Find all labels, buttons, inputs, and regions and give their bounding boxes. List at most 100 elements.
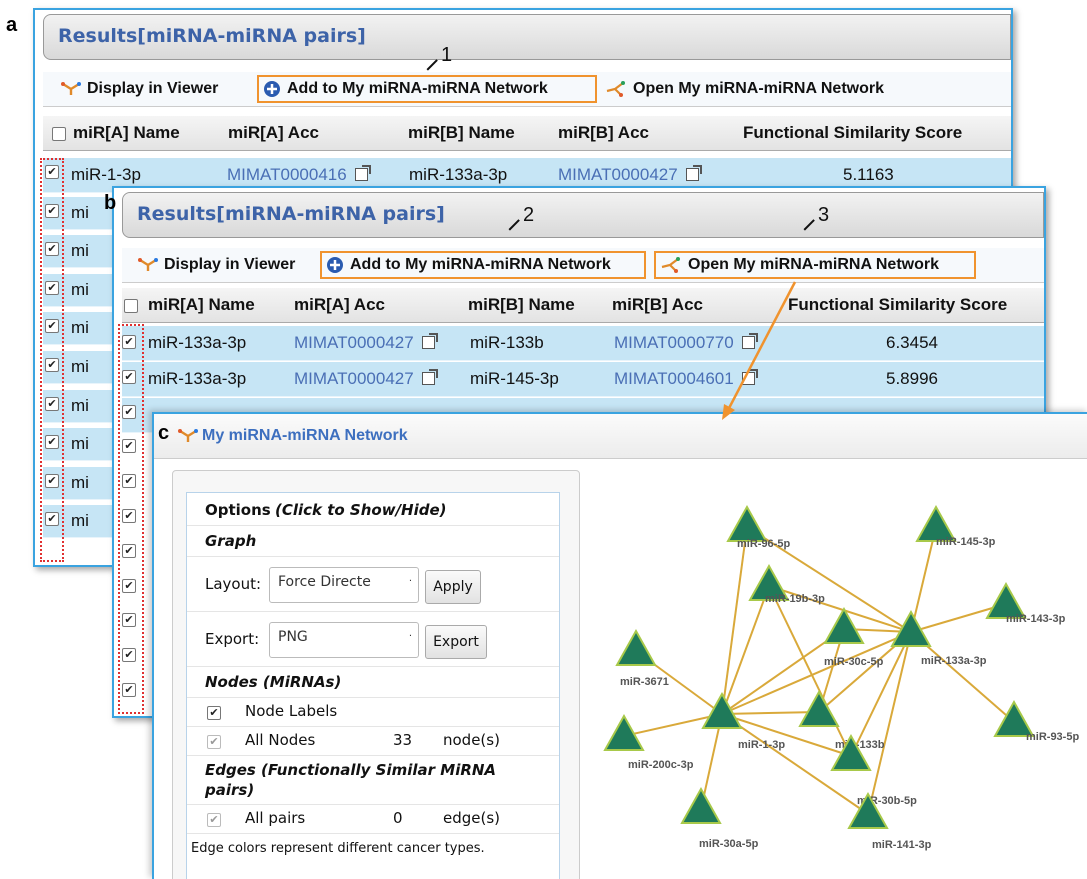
network-edge xyxy=(768,585,852,757)
row-checkbox[interactable] xyxy=(122,474,136,489)
network-edge xyxy=(850,631,912,757)
select-all-checkbox[interactable] xyxy=(124,299,138,313)
open-network-label: Open My miRNA-miRNA Network xyxy=(633,80,884,97)
open-network-button[interactable]: Open My miRNA-miRNA Network xyxy=(654,251,976,279)
viewer-icon xyxy=(138,258,158,271)
row-checkbox[interactable] xyxy=(122,369,136,384)
display-in-viewer-label: Display in Viewer xyxy=(87,80,219,97)
row-checkbox[interactable] xyxy=(45,319,59,334)
panel-letter-b: b xyxy=(104,192,117,214)
col-score[interactable]: Functional Similarity Score xyxy=(788,295,1007,315)
network-window: My miRNA-miRNA Network Options (Click to… xyxy=(152,412,1087,879)
results-toolbar: Display in Viewer Add to My miRNA-miRNA … xyxy=(122,248,1044,283)
row-checkbox[interactable] xyxy=(45,512,59,527)
cell-a-name: mi xyxy=(71,241,89,261)
open-network-button[interactable]: Open My miRNA-miRNA Network xyxy=(605,75,884,103)
add-to-network-button[interactable]: Add to My miRNA-miRNA Network xyxy=(257,75,597,103)
node-label: miR-3671 xyxy=(620,676,669,688)
col-a-name[interactable]: miR[A] Name xyxy=(73,123,180,143)
col-b-name[interactable]: miR[B] Name xyxy=(408,123,515,143)
cell-a-name: mi xyxy=(71,511,89,531)
external-link-icon[interactable] xyxy=(741,333,758,349)
node-label: miR-133a-3p xyxy=(921,655,987,667)
col-a-acc[interactable]: miR[A] Acc xyxy=(294,295,385,315)
panel-letter-c: c xyxy=(158,422,170,444)
network-node[interactable] xyxy=(726,504,768,542)
row-checkbox[interactable] xyxy=(45,165,59,179)
row-checkbox[interactable] xyxy=(45,473,59,488)
row-checkbox[interactable] xyxy=(45,280,59,295)
callout-2: 2 xyxy=(508,204,534,231)
col-b-acc[interactable]: miR[B] Acc xyxy=(558,123,649,143)
results-title-bar: Results[miRNA-miRNA pairs] xyxy=(43,14,1011,60)
network-node[interactable] xyxy=(798,689,840,727)
row-checkbox[interactable] xyxy=(45,396,59,411)
callout-1: 1 xyxy=(426,44,452,71)
cell-b-acc[interactable]: MIMAT0000427 xyxy=(558,165,702,185)
row-checkbox[interactable] xyxy=(45,242,59,257)
external-link-icon[interactable] xyxy=(421,369,438,385)
row-checkbox[interactable] xyxy=(45,358,59,372)
node-label: miR-96-5p xyxy=(737,538,790,550)
external-link-icon[interactable] xyxy=(685,165,702,181)
add-to-network-label: Add to My miRNA-miRNA Network xyxy=(287,80,548,97)
network-node[interactable] xyxy=(615,628,657,666)
results-title: Results[miRNA-miRNA pairs] xyxy=(137,203,445,225)
row-checkbox[interactable] xyxy=(122,509,136,523)
cell-a-name: miR-1-3p xyxy=(71,165,141,184)
add-to-network-label: Add to My miRNA-miRNA Network xyxy=(350,256,611,273)
cell-score: 6.3454 xyxy=(886,333,938,352)
row-checkbox[interactable] xyxy=(122,578,136,593)
node-label: miR-30c-5p xyxy=(824,656,884,668)
cell-b-acc[interactable]: MIMAT0004601 xyxy=(614,369,758,389)
cell-a-name: mi xyxy=(71,395,89,415)
external-link-icon[interactable] xyxy=(354,165,371,181)
col-a-acc[interactable]: miR[A] Acc xyxy=(228,123,319,143)
display-in-viewer-button[interactable]: Display in Viewer xyxy=(138,251,295,279)
row-checkbox[interactable] xyxy=(122,335,136,349)
cell-a-acc[interactable]: MIMAT0000427 xyxy=(294,333,438,353)
network-node[interactable] xyxy=(680,786,722,824)
table-row[interactable]: miR-133a-3p MIMAT0000427 miR-133b MIMAT0… xyxy=(122,326,1044,361)
callout-3: 3 xyxy=(803,204,829,231)
external-link-icon[interactable] xyxy=(421,333,438,349)
row-checkbox[interactable] xyxy=(122,648,136,663)
cell-b-name: miR-133a-3p xyxy=(409,165,508,184)
col-a-name[interactable]: miR[A] Name xyxy=(148,295,255,315)
network-graph[interactable]: miR-96-5p miR-145-3p miR-19b-3p miR-143-3p m… xyxy=(154,414,1087,879)
node-label: miR-200c-3p xyxy=(628,759,694,771)
row-checkbox[interactable] xyxy=(45,435,59,450)
row-checkbox[interactable] xyxy=(122,613,136,628)
results-title-bar: Results[miRNA-miRNA pairs] xyxy=(122,192,1044,238)
cell-a-acc[interactable]: MIMAT0000427 xyxy=(294,369,438,389)
cell-b-acc[interactable]: MIMAT0000770 xyxy=(614,333,758,353)
table-header: miR[A] Name miR[A] Acc miR[B] Name miR[B… xyxy=(122,288,1044,323)
external-link-icon[interactable] xyxy=(741,369,758,385)
cell-score: 5.1163 xyxy=(843,165,894,184)
node-label: miR-30a-5p xyxy=(699,838,759,850)
col-b-acc[interactable]: miR[B] Acc xyxy=(612,295,703,315)
add-circle-icon xyxy=(264,81,280,97)
row-checkbox[interactable] xyxy=(122,404,136,419)
table-header: miR[A] Name miR[A] Acc miR[B] Name miR[B… xyxy=(43,116,1011,151)
row-checkbox[interactable] xyxy=(122,543,136,558)
row-checkbox[interactable] xyxy=(122,683,136,697)
viewer-icon xyxy=(61,82,81,95)
add-to-network-button[interactable]: Add to My miRNA-miRNA Network xyxy=(320,251,646,279)
panel-letter-a: a xyxy=(6,14,18,36)
col-b-name[interactable]: miR[B] Name xyxy=(468,295,575,315)
node-label: miR-93-5p xyxy=(1026,731,1079,743)
row-checkbox[interactable] xyxy=(45,203,59,218)
row-checkbox[interactable] xyxy=(122,439,136,454)
network-edge xyxy=(910,526,937,633)
network-icon xyxy=(606,81,625,97)
display-in-viewer-button[interactable]: Display in Viewer xyxy=(61,75,218,103)
network-node[interactable] xyxy=(701,691,743,729)
col-score[interactable]: Functional Similarity Score xyxy=(743,123,962,143)
node-label: miR-145-3p xyxy=(936,536,996,548)
table-row[interactable]: miR-133a-3p MIMAT0000427 miR-145-3p MIMA… xyxy=(122,362,1044,397)
select-all-checkbox[interactable] xyxy=(52,127,66,141)
node-label: miR-1-3p xyxy=(738,739,785,751)
cell-a-name: miR-133a-3p xyxy=(148,369,247,388)
cell-a-acc[interactable]: MIMAT0000416 xyxy=(227,165,371,185)
